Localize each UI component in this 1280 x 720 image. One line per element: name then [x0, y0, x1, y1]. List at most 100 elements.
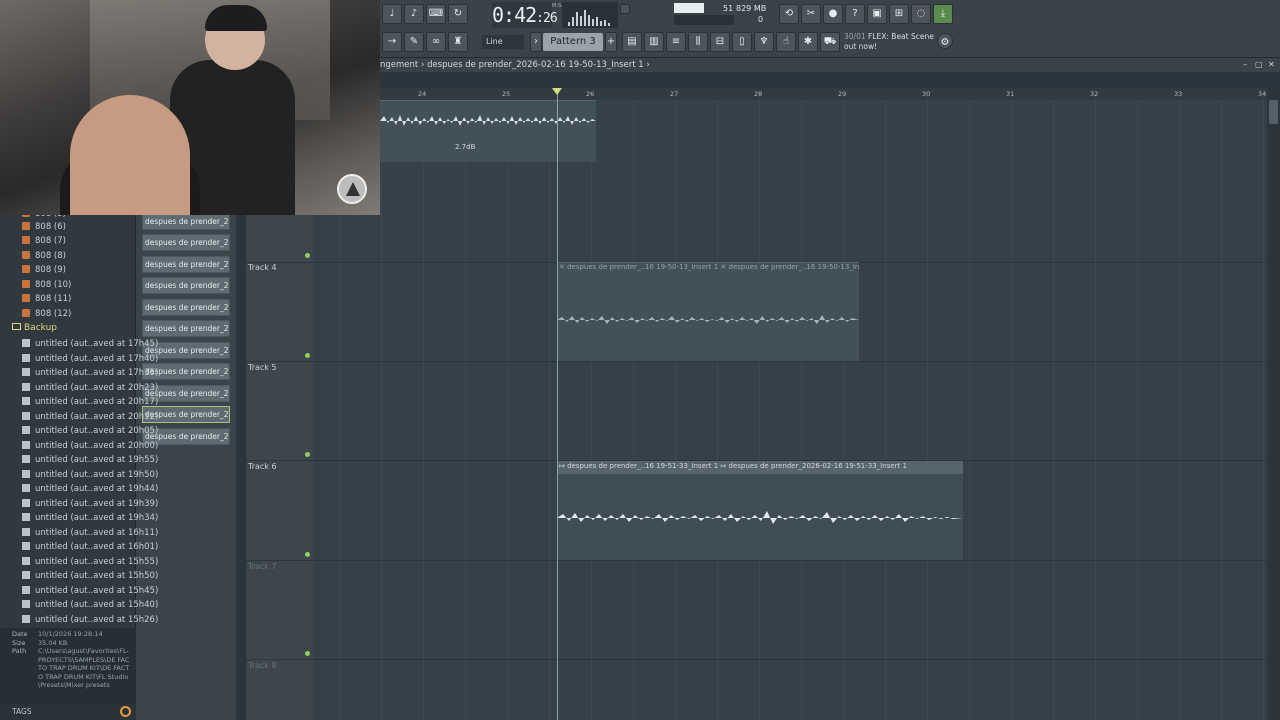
track-mute-led[interactable]: [305, 552, 310, 557]
browser-file[interactable]: untitled (aut..aved at 16h11): [22, 526, 158, 540]
pattern-selector[interactable]: Pattern 3: [543, 33, 603, 51]
news-ticker[interactable]: 30/01 FLEX: Beat Scene out now!: [844, 32, 934, 52]
stamp-icon[interactable]: ♜: [448, 32, 468, 52]
save-icon[interactable]: ▣: [867, 4, 887, 24]
tags-bar[interactable]: TAGS: [0, 704, 136, 720]
browser-item[interactable]: 808 (7): [22, 234, 66, 248]
browser-file[interactable]: untitled (aut..aved at 19h34): [22, 511, 158, 525]
draw-icon[interactable]: ✎: [404, 32, 424, 52]
chat-icon[interactable]: ◌: [911, 4, 931, 24]
track-label[interactable]: Track 8: [248, 661, 277, 670]
track-mute-led[interactable]: [305, 651, 310, 656]
browser-item[interactable]: 808 (10): [22, 278, 71, 292]
track-mute-led[interactable]: [305, 353, 310, 358]
play-icon[interactable]: →: [382, 32, 402, 52]
piano-roll-icon[interactable]: ▥: [644, 32, 664, 52]
picker-clip[interactable]: despues de prender_202...: [142, 277, 230, 294]
close-icon[interactable]: ✕: [1268, 60, 1275, 69]
file-icon: [22, 397, 30, 405]
browser-file[interactable]: untitled (aut..aved at 19h39): [22, 497, 158, 511]
info-key: Date: [12, 630, 28, 638]
playlist-icon[interactable]: ▤: [622, 32, 642, 52]
browser-file[interactable]: untitled (aut..aved at 15h55): [22, 555, 158, 569]
audio-clip[interactable]: 2.7dB: [380, 100, 596, 162]
metronome-icon[interactable]: ♩: [382, 4, 402, 24]
pattern-prev-icon[interactable]: ›: [530, 32, 542, 52]
pattern-add-icon[interactable]: +: [605, 32, 617, 52]
plugin-picker-icon[interactable]: ♆: [754, 32, 774, 52]
browser-file[interactable]: untitled (aut..aved at 20h00): [22, 439, 158, 453]
track-label[interactable]: Track 7: [248, 562, 277, 571]
browser-file[interactable]: untitled (aut..aved at 17h45): [22, 337, 158, 351]
track-label[interactable]: Track 4: [248, 263, 277, 272]
file-icon: [22, 470, 30, 478]
timeline-ruler[interactable]: 24 25 26 27 28 29 30 31 32 33 34: [380, 88, 1267, 100]
browser-item[interactable]: 808 (11): [22, 292, 71, 306]
browser-file[interactable]: untitled (aut..aved at 20h17): [22, 395, 158, 409]
browser-file[interactable]: untitled (aut..aved at 17h35): [22, 366, 158, 380]
picker-clip[interactable]: despues de prender_202...: [142, 213, 230, 230]
track-mute-led[interactable]: [305, 253, 310, 258]
browser-file[interactable]: untitled (aut..aved at 16h01): [22, 540, 158, 554]
browser-icon[interactable]: ⊟: [710, 32, 730, 52]
browser-file[interactable]: untitled (aut..aved at 20h05): [22, 424, 158, 438]
browser-file[interactable]: untitled (aut..aved at 20h23): [22, 381, 158, 395]
playhead-marker-icon[interactable]: [552, 88, 562, 95]
search-icon[interactable]: [120, 706, 131, 717]
shop-icon[interactable]: ⛟: [820, 32, 840, 52]
scrollbar-thumb[interactable]: [1269, 100, 1278, 124]
webcam-cap: [205, 5, 267, 31]
browser-file[interactable]: untitled (aut..aved at 15h45): [22, 584, 158, 598]
news-settings-icon[interactable]: ⚙: [937, 33, 953, 49]
browser-file[interactable]: untitled (aut..aved at 20h12): [22, 410, 158, 424]
picker-clip[interactable]: despues de prender_202...: [142, 320, 230, 337]
browser-file[interactable]: untitled (aut..aved at 19h50): [22, 468, 158, 482]
cut-icon[interactable]: ✂: [801, 4, 821, 24]
help-icon[interactable]: ?: [845, 4, 865, 24]
browser-file[interactable]: untitled (aut..aved at 17h40): [22, 352, 158, 366]
track-label[interactable]: Track 5: [248, 363, 277, 372]
file-icon: [22, 557, 30, 565]
browser-item[interactable]: 808 (12): [22, 307, 71, 321]
channel-rack-icon[interactable]: ≡: [666, 32, 686, 52]
mixer-icon[interactable]: ⫼: [688, 32, 708, 52]
playlist-grid[interactable]: [313, 100, 1267, 720]
track-mute-led[interactable]: [305, 452, 310, 457]
browser-file[interactable]: untitled (aut..aved at 19h44): [22, 482, 158, 496]
breadcrumb[interactable]: despues de prender_2026-02-16 19-50-13_I…: [427, 60, 644, 70]
undo-icon[interactable]: ⟲: [779, 4, 799, 24]
browser-item[interactable]: 808 (9): [22, 263, 66, 277]
time-display[interactable]: 0:42:26: [492, 2, 558, 28]
audio-clip[interactable]: ↦ despues de prender_..16 19-51-33_Inser…: [557, 461, 963, 560]
browser-file[interactable]: untitled (aut..aved at 15h26): [22, 613, 158, 627]
snap-select[interactable]: Line: [482, 35, 524, 49]
browser-item[interactable]: 808 (6): [22, 220, 66, 234]
midi-icon[interactable]: ⊞: [889, 4, 909, 24]
browser-file[interactable]: untitled (aut..aved at 15h50): [22, 569, 158, 583]
mix-icon[interactable]: ✱: [798, 32, 818, 52]
browser-item[interactable]: 808 (8): [22, 249, 66, 263]
info-key: Path: [12, 647, 27, 655]
link-icon[interactable]: ∞: [426, 32, 446, 52]
picker-clip[interactable]: despues de prender_202...: [142, 256, 230, 273]
touch-icon[interactable]: ☝: [776, 32, 796, 52]
browser-file[interactable]: untitled (aut..aved at 15h40): [22, 598, 158, 612]
plugin-icon[interactable]: ▯: [732, 32, 752, 52]
track-label[interactable]: Track 6: [248, 462, 277, 471]
record-icon[interactable]: ●: [823, 4, 843, 24]
master-volume-icon[interactable]: [620, 4, 630, 14]
minimize-icon[interactable]: –: [1243, 60, 1247, 69]
download-icon[interactable]: ⤓: [933, 4, 953, 24]
typing-keyboard-icon[interactable]: ⌨: [426, 4, 446, 24]
audio-clip[interactable]: ✕ despues de prender_..16 19-50-13_Inser…: [557, 262, 859, 361]
picker-clip[interactable]: despues de prender_202...: [142, 299, 230, 316]
vertical-scrollbar[interactable]: [1267, 88, 1280, 720]
maximize-icon[interactable]: ▢: [1255, 60, 1263, 69]
step-icon[interactable]: ♪: [404, 4, 424, 24]
browser-folder[interactable]: Backup: [12, 323, 57, 333]
browser-file[interactable]: untitled (aut..aved at 19h55): [22, 453, 158, 467]
poly-meter: [674, 15, 734, 25]
picker-clip[interactable]: despues de prender_202...: [142, 234, 230, 251]
playhead[interactable]: [557, 88, 558, 720]
wait-icon[interactable]: ↻: [448, 4, 468, 24]
